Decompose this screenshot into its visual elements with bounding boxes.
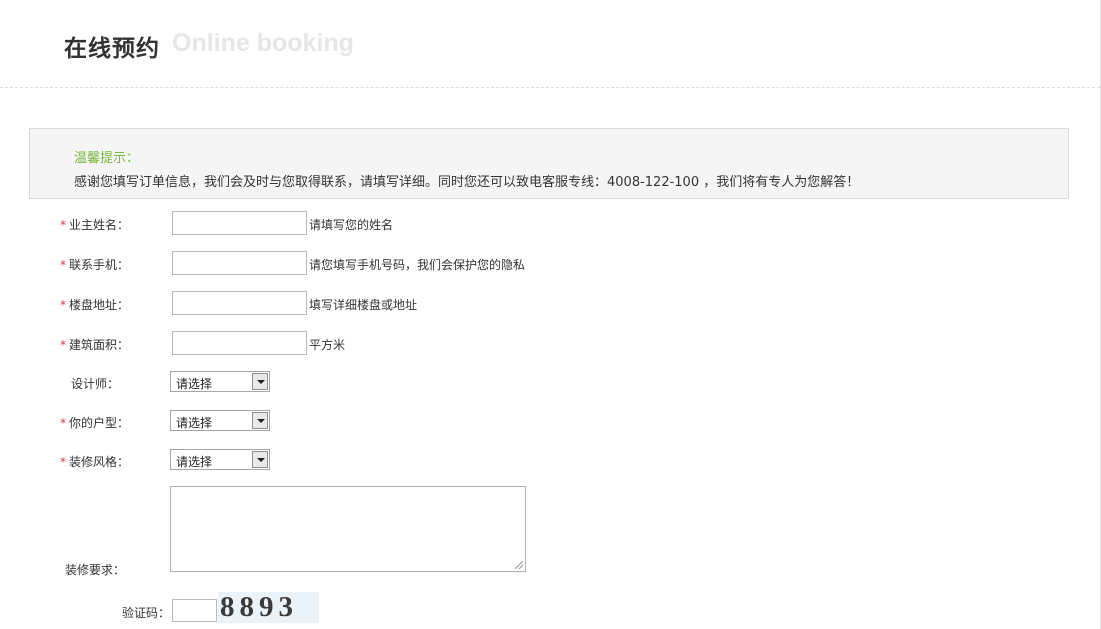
notice-title: 温馨提示：	[74, 151, 140, 166]
captcha-image-text: 8893	[220, 592, 298, 623]
page-subtitle: Online booking	[172, 29, 354, 57]
required-mark: *	[60, 338, 66, 352]
address-input[interactable]	[172, 291, 307, 315]
captcha-input[interactable]	[172, 599, 217, 622]
requirements-textarea[interactable]	[170, 486, 526, 572]
notice-box: 温馨提示： 感谢您填写订单信息，我们会及时与您取得联系，请填写详细。同时您还可以…	[29, 128, 1069, 199]
required-mark: *	[60, 455, 66, 469]
designer-select[interactable]: 请选择	[170, 371, 270, 392]
requirements-label: 装修要求：	[65, 563, 126, 577]
designer-label: 设计师：	[71, 377, 120, 391]
owner-name-hint: 请填写您的姓名	[309, 218, 394, 232]
style-select[interactable]: 请选择	[170, 449, 270, 470]
notice-text: 感谢您填写订单信息，我们会及时与您取得联系，请填写详细。同时您还可以致电客服专线…	[74, 175, 860, 190]
chevron-down-icon[interactable]	[252, 373, 268, 390]
required-mark: *	[60, 218, 66, 232]
area-input[interactable]	[172, 331, 307, 355]
house-type-label: * 你的户型：	[60, 416, 130, 430]
address-hint: 填写详细楼盘或地址	[309, 298, 418, 312]
captcha-image[interactable]: 8893	[218, 592, 319, 623]
phone-input[interactable]	[172, 251, 307, 275]
style-select-value: 请选择	[176, 455, 213, 469]
page-title: 在线预约	[64, 36, 160, 62]
address-label: * 楼盘地址：	[60, 298, 130, 312]
house-type-select-value: 请选择	[176, 416, 213, 430]
area-unit: 平方米	[309, 338, 346, 352]
house-type-select[interactable]: 请选择	[170, 410, 270, 431]
area-label: * 建筑面积：	[60, 338, 130, 352]
phone-hint: 请您填写手机号码，我们会保护您的隐私	[309, 258, 526, 272]
required-mark: *	[60, 416, 66, 430]
chevron-down-icon[interactable]	[252, 451, 268, 468]
page-header: 在线预约 Online booking	[0, 0, 1100, 88]
required-mark: *	[60, 298, 66, 312]
owner-name-label: * 业主姓名：	[60, 218, 130, 232]
style-label: * 装修风格：	[60, 455, 130, 469]
designer-select-value: 请选择	[176, 377, 213, 391]
owner-name-input[interactable]	[172, 211, 307, 235]
required-mark: *	[60, 258, 66, 272]
captcha-label: 验证码：	[122, 606, 171, 620]
phone-label: * 联系手机：	[60, 258, 130, 272]
chevron-down-icon[interactable]	[252, 412, 268, 429]
resize-grip-icon[interactable]	[515, 561, 523, 569]
